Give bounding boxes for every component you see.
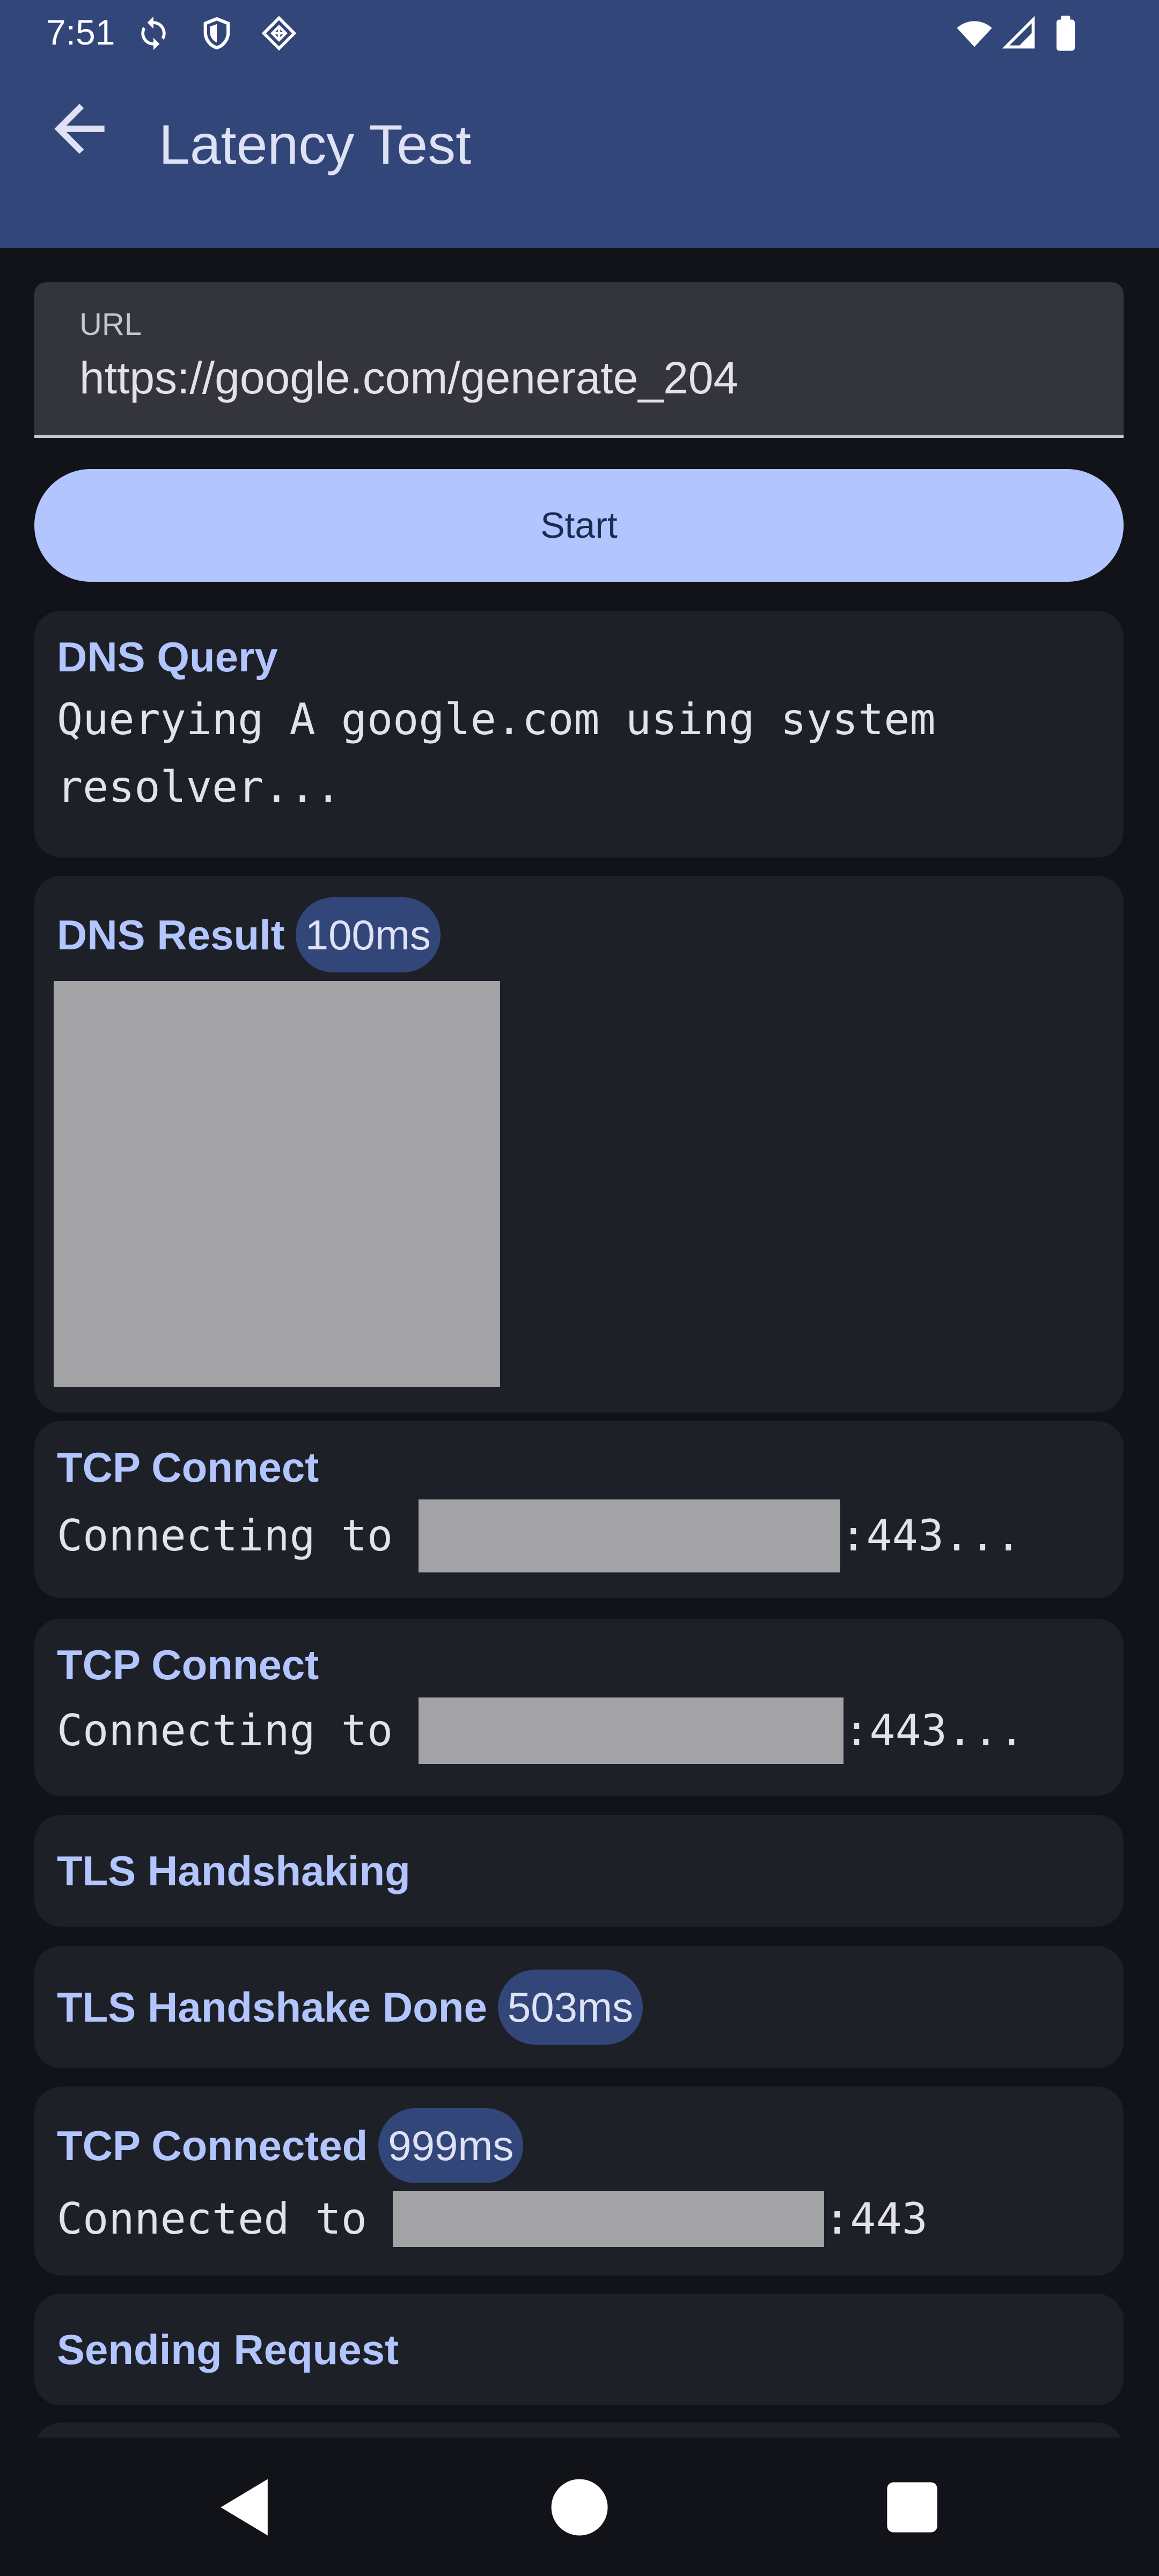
wifi-icon [954,15,995,52]
url-input[interactable]: URL https://google.com/generate_204 [34,282,1124,438]
duration-badge: 503ms [497,1970,643,2045]
redacted-ip-address [419,1499,841,1572]
step-detail-line: Connecting to :443... [57,1499,1021,1572]
step-detail-line: Connecting to :443... [57,1697,1024,1765]
step-card-dns-query: DNS Query Querying A google.com using sy… [34,611,1124,858]
step-card-tls-handshaking: TLS Handshaking [34,1815,1124,1927]
step-title: TLS Handshake Done [57,1984,487,2031]
recents-square-icon [887,2482,937,2533]
step-title: DNS Result [57,911,285,958]
back-button[interactable] [42,91,117,166]
nav-back-button[interactable] [208,2470,283,2545]
content-scroll-area[interactable]: URL https://google.com/generate_204 Star… [0,248,1159,2438]
step-detail-prefix: Connecting to [57,1706,419,1755]
signal-icon [1001,15,1038,52]
shield-icon [199,15,235,52]
step-detail-suffix: :443 [824,2194,928,2244]
nav-recents-button[interactable] [875,2470,950,2545]
step-title: Sending Request [57,2326,399,2373]
step-card-dns-result: DNS Result 100ms [34,876,1124,1413]
vpn-diamond-icon [261,15,297,52]
nav-home-button[interactable] [542,2470,617,2545]
arrow-back-icon [54,104,105,154]
step-title: TLS Handshaking [57,1847,410,1894]
redacted-ip-address [393,2191,825,2247]
battery-icon [1051,15,1081,52]
step-title-row: TLS Handshake Done 503ms [57,1970,643,2045]
redacted-dns-result [54,981,500,1387]
step-card-sending-request: Sending Request [34,2294,1124,2405]
duration-badge: 100ms [295,897,441,972]
sync-icon [135,15,172,52]
step-title-row: DNS Result 100ms [57,897,441,972]
step-detail-prefix: Connecting to [57,1511,419,1561]
step-card-tcp-connect: TCP Connect Connecting to :443... [34,1421,1124,1598]
step-title-row: TCP Connected 999ms [57,2108,524,2183]
home-circle-icon [551,2479,608,2536]
start-button[interactable]: Start [34,469,1124,582]
step-card-tls-handshake-done: TLS Handshake Done 503ms [34,1946,1124,2068]
step-title: TCP Connected [57,2122,368,2169]
url-label: URL [79,307,142,342]
step-detail-suffix: :443... [840,1511,1022,1561]
duration-badge: 999ms [378,2108,524,2183]
page-title: Latency Test [159,114,472,176]
step-detail-prefix: Connected to [57,2194,393,2244]
system-nav-bar [0,2438,1159,2576]
step-detail-suffix: :443... [843,1706,1025,1755]
step-card-tcp-connected: TCP Connected 999ms Connected to :443 [34,2087,1124,2275]
step-detail-line: Querying A google.com using system [57,694,936,744]
step-detail-line: Connected to :443 [57,2185,928,2253]
redacted-ip-address [419,1697,844,1764]
status-bar: 7:51 [0,0,1159,65]
url-value[interactable]: https://google.com/generate_204 [79,351,738,405]
step-card-tcp-connect: TCP Connect Connecting to :443... [34,1619,1124,1796]
back-triangle-icon [221,2479,268,2536]
step-card-partial [34,2423,1124,2438]
step-title: TCP Connect [57,1444,319,1491]
step-detail-line: resolver... [57,762,341,812]
step-title: DNS Query [57,633,278,680]
step-title: TCP Connect [57,1641,319,1688]
status-time: 7:51 [46,12,115,52]
